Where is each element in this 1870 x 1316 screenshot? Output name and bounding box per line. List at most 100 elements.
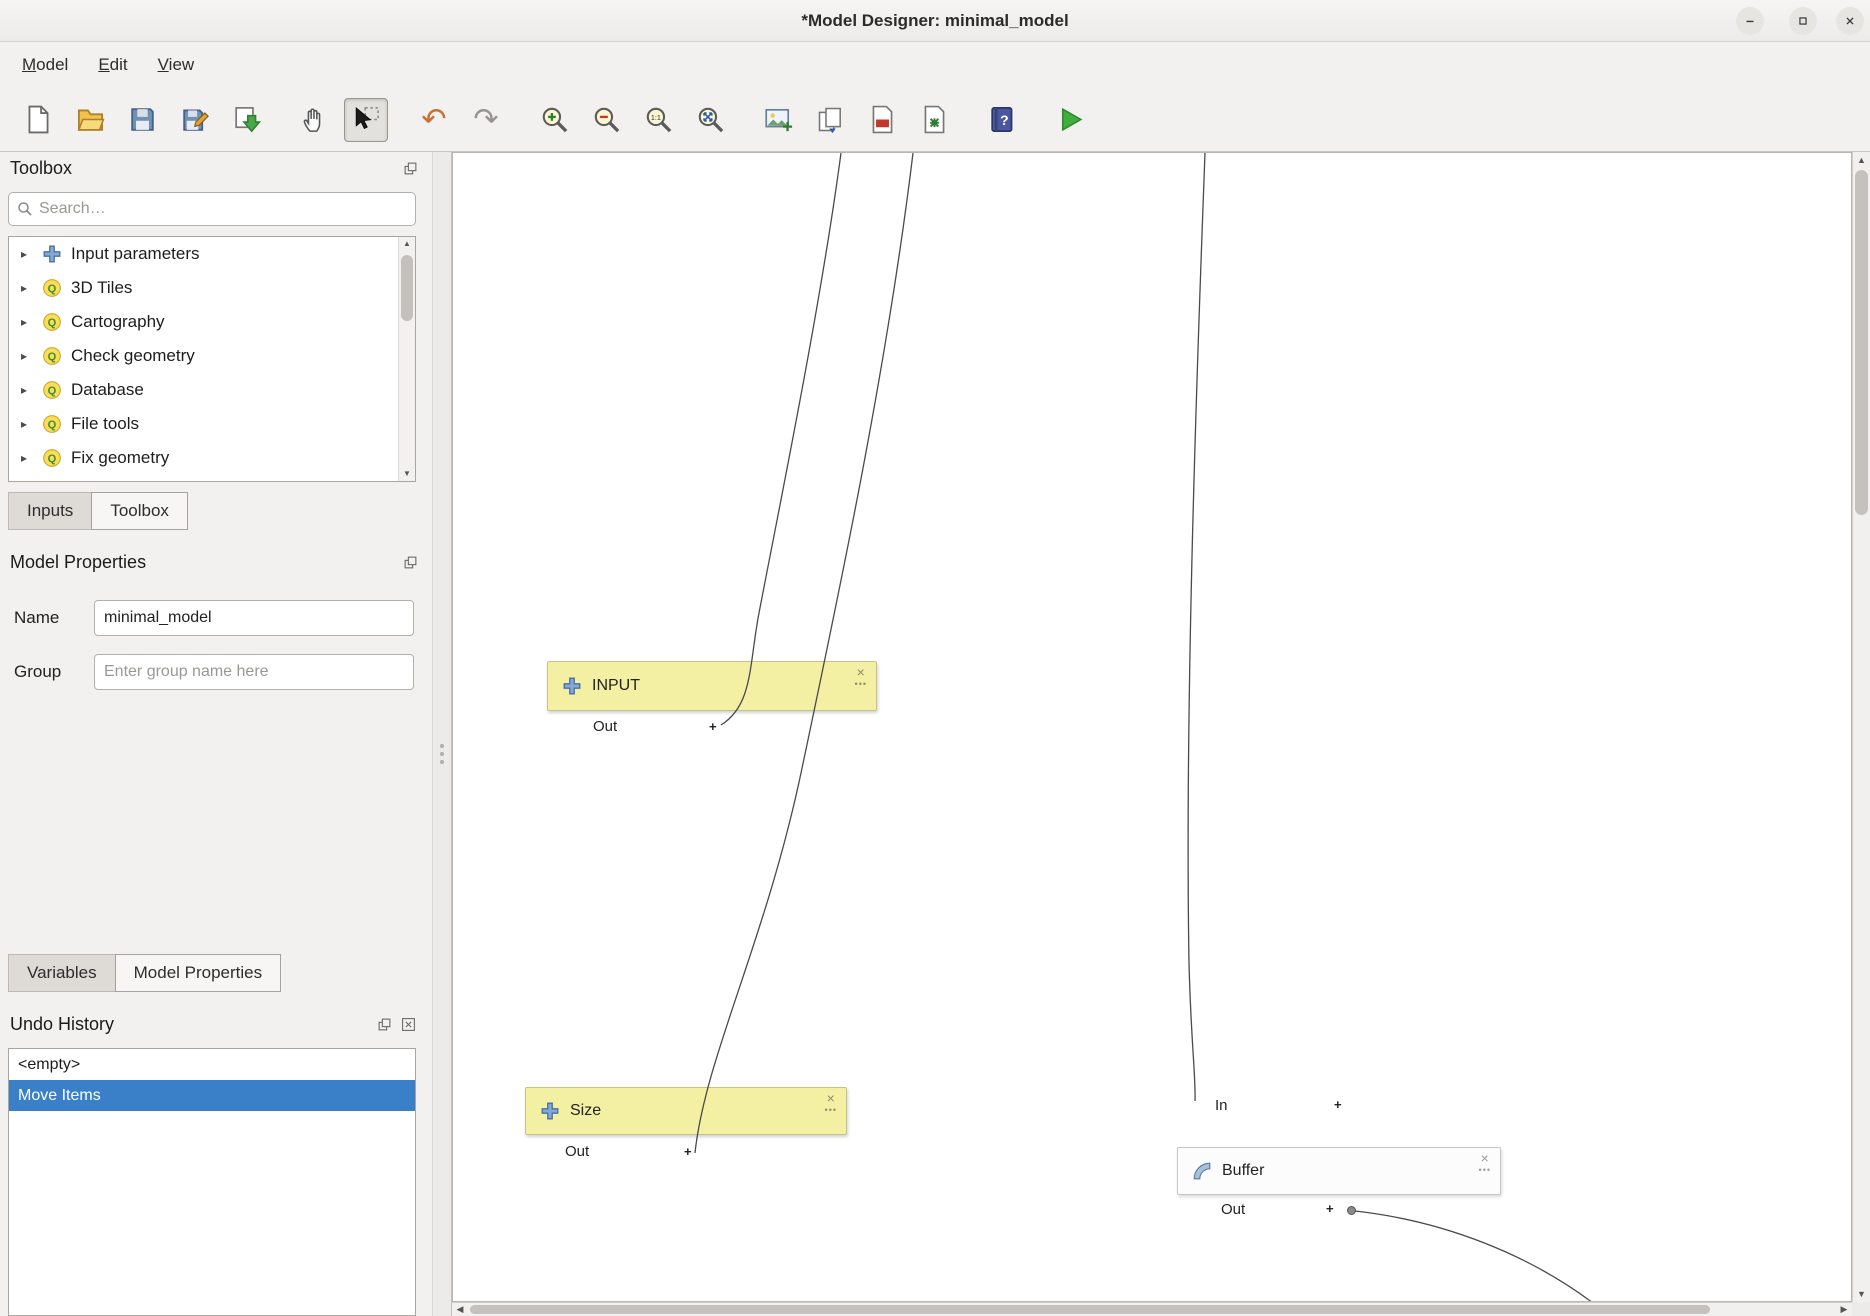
expand-caret-icon[interactable]: ▸ bbox=[21, 451, 33, 465]
output-socket[interactable]: + bbox=[684, 1144, 692, 1159]
expand-caret-icon[interactable]: ▸ bbox=[21, 417, 33, 431]
tree-item-cartography[interactable]: ▸ Q Cartography bbox=[9, 305, 415, 339]
node-collapse-icon[interactable]: × bbox=[1479, 1151, 1491, 1166]
tree-item-check-geometry[interactable]: ▸ Q Check geometry bbox=[9, 339, 415, 373]
node-controls[interactable]: × ••• bbox=[855, 665, 867, 688]
node-controls[interactable]: × ••• bbox=[825, 1091, 837, 1114]
provider-q-icon: Q bbox=[42, 346, 62, 366]
output-socket-dot[interactable] bbox=[1347, 1206, 1356, 1215]
node-size-parameter[interactable]: Size × ••• bbox=[525, 1087, 847, 1135]
toolbox-search-input[interactable] bbox=[39, 200, 407, 218]
select-move-item-button[interactable] bbox=[344, 98, 388, 142]
tree-item-label: Check geometry bbox=[71, 346, 195, 366]
model-canvas[interactable]: INPUT × ••• Out + Size × ••• Out + In + … bbox=[452, 152, 1852, 1302]
minimize-button[interactable] bbox=[1736, 7, 1764, 35]
model-group-field[interactable] bbox=[94, 654, 414, 690]
scroll-right-icon[interactable]: ▶ bbox=[1836, 1303, 1852, 1316]
node-input-parameter[interactable]: INPUT × ••• bbox=[547, 661, 877, 711]
node-controls[interactable]: × ••• bbox=[1479, 1151, 1491, 1174]
tree-item-database[interactable]: ▸ Q Database bbox=[9, 373, 415, 407]
redo-button[interactable]: ↷ bbox=[464, 98, 508, 142]
export-as-image-button[interactable] bbox=[756, 98, 800, 142]
provider-q-icon: Q bbox=[42, 278, 62, 298]
menu-edit[interactable]: Edit bbox=[86, 49, 139, 81]
save-in-project-icon bbox=[231, 104, 262, 135]
parameter-icon bbox=[540, 1101, 560, 1121]
horizontal-scrollbar-thumb[interactable] bbox=[470, 1305, 1710, 1314]
node-dots-icon: ••• bbox=[1479, 1166, 1491, 1174]
node-label: Size bbox=[570, 1102, 601, 1120]
menu-model[interactable]: Model bbox=[10, 49, 80, 81]
undo-button[interactable]: ↶ bbox=[412, 98, 456, 142]
scroll-left-icon[interactable]: ◀ bbox=[452, 1303, 468, 1316]
titlebar: *Model Designer: minimal_model bbox=[0, 0, 1870, 42]
vertical-scrollbar-thumb[interactable] bbox=[1855, 170, 1868, 515]
run-model-button[interactable] bbox=[1048, 98, 1092, 142]
undo-history-float-button[interactable] bbox=[377, 1017, 392, 1032]
connector-from-buffer-out bbox=[1355, 1211, 1593, 1302]
buffer-icon bbox=[1192, 1161, 1212, 1181]
toolbox-float-button[interactable] bbox=[403, 161, 418, 176]
expand-caret-icon[interactable]: ▸ bbox=[21, 349, 33, 363]
export-as-script-button[interactable] bbox=[912, 98, 956, 142]
open-model-button[interactable] bbox=[68, 98, 112, 142]
expand-caret-icon[interactable]: ▸ bbox=[21, 315, 33, 329]
output-socket[interactable]: + bbox=[709, 719, 717, 734]
scroll-down-icon[interactable]: ▼ bbox=[399, 467, 415, 481]
save-model-in-project-button[interactable] bbox=[224, 98, 268, 142]
splitter-handle[interactable] bbox=[440, 740, 445, 768]
node-collapse-icon[interactable]: × bbox=[855, 665, 867, 680]
export-svg-icon bbox=[867, 104, 898, 135]
toolbar: ↶ ↷ 1:1 ? bbox=[0, 88, 1870, 152]
undo-item-move-items[interactable]: Move Items bbox=[9, 1080, 415, 1111]
export-as-svg-button[interactable] bbox=[860, 98, 904, 142]
maximize-button[interactable] bbox=[1789, 7, 1817, 35]
undo-history-close-button[interactable] bbox=[401, 1017, 416, 1032]
tree-item-file-tools[interactable]: ▸ Q File tools bbox=[9, 407, 415, 441]
new-model-button[interactable] bbox=[16, 98, 60, 142]
edit-model-help-button[interactable]: ? bbox=[980, 98, 1024, 142]
dock-splitter[interactable] bbox=[432, 152, 452, 1316]
zoom-full-button[interactable] bbox=[688, 98, 732, 142]
node-buffer-algorithm[interactable]: Buffer × ••• bbox=[1177, 1147, 1501, 1195]
svg-text:?: ? bbox=[999, 113, 1008, 129]
canvas-vertical-scrollbar[interactable]: ▲ ▼ bbox=[1852, 152, 1870, 1302]
save-model-as-button[interactable] bbox=[172, 98, 216, 142]
provider-q-icon: Q bbox=[42, 380, 62, 400]
export-image-icon bbox=[763, 104, 794, 135]
node-collapse-icon[interactable]: × bbox=[825, 1091, 837, 1106]
zoom-full-icon bbox=[695, 104, 726, 135]
save-model-button[interactable] bbox=[120, 98, 164, 142]
menu-view[interactable]: View bbox=[146, 49, 207, 81]
zoom-out-button[interactable] bbox=[584, 98, 628, 142]
tab-inputs[interactable]: Inputs bbox=[8, 492, 92, 530]
close-button[interactable] bbox=[1836, 7, 1864, 35]
scroll-down-icon[interactable]: ▼ bbox=[1853, 1286, 1870, 1302]
zoom-in-button[interactable] bbox=[532, 98, 576, 142]
undo-item-empty[interactable]: <empty> bbox=[9, 1049, 415, 1080]
node-dots-icon: ••• bbox=[825, 1106, 837, 1114]
expand-caret-icon[interactable]: ▸ bbox=[21, 247, 33, 261]
expand-caret-icon[interactable]: ▸ bbox=[21, 383, 33, 397]
toolbox-dock-tabs: Inputs Toolbox bbox=[8, 492, 187, 530]
scroll-up-icon[interactable]: ▲ bbox=[399, 237, 415, 251]
tree-item-fix-geometry[interactable]: ▸ Q Fix geometry bbox=[9, 441, 415, 475]
expand-caret-icon[interactable]: ▸ bbox=[21, 281, 33, 295]
model-name-field[interactable] bbox=[94, 600, 414, 636]
model-properties-float-button[interactable] bbox=[403, 555, 418, 570]
tab-toolbox[interactable]: Toolbox bbox=[91, 492, 188, 530]
export-as-pdf-button[interactable] bbox=[808, 98, 852, 142]
tree-item-3d-tiles[interactable]: ▸ Q 3D Tiles bbox=[9, 271, 415, 305]
tree-scrollbar[interactable]: ▲ ▼ bbox=[398, 237, 415, 481]
tab-model-properties[interactable]: Model Properties bbox=[115, 954, 282, 992]
tree-scrollbar-thumb[interactable] bbox=[401, 255, 413, 321]
pan-button[interactable] bbox=[292, 98, 336, 142]
scroll-up-icon[interactable]: ▲ bbox=[1853, 152, 1870, 168]
run-icon bbox=[1055, 104, 1086, 135]
tab-variables[interactable]: Variables bbox=[8, 954, 116, 992]
canvas-horizontal-scrollbar[interactable]: ◀ ▶ bbox=[452, 1302, 1852, 1316]
zoom-actual-button[interactable]: 1:1 bbox=[636, 98, 680, 142]
input-socket[interactable]: + bbox=[1334, 1097, 1342, 1112]
tree-item-input-parameters[interactable]: ▸ Input parameters bbox=[9, 237, 415, 271]
output-socket[interactable]: + bbox=[1326, 1201, 1334, 1216]
